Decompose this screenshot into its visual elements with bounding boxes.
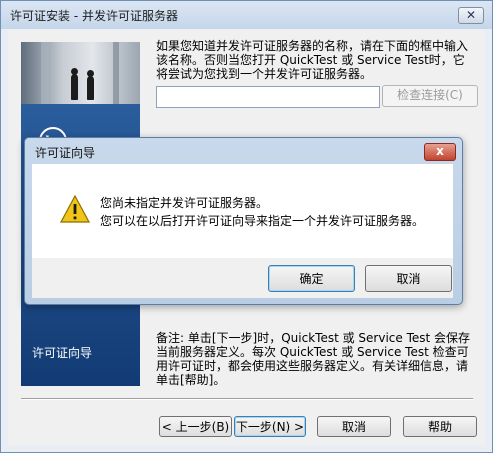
side-panel-label: 许可证向导 bbox=[32, 346, 93, 360]
cancel-button[interactable]: 取消 bbox=[317, 416, 391, 437]
dialog-title: 许可证向导 bbox=[35, 146, 96, 160]
intro-text: 如果您知道并发许可证服务器的名称，请在下面的框中输入该名称。否则当您打开 Qui… bbox=[156, 39, 469, 81]
license-wizard-dialog: 许可证向导 x 您尚未指定并发许可证服务器。 您可以在以后打开许可证向导来指定一… bbox=[24, 137, 463, 305]
help-button[interactable]: 帮助 bbox=[403, 416, 477, 437]
person-silhouette-icon bbox=[87, 70, 94, 100]
dialog-ok-button[interactable]: 确定 bbox=[268, 265, 355, 292]
person-silhouette-icon bbox=[71, 68, 78, 100]
dialog-message-area: 您尚未指定并发许可证服务器。 您可以在以后打开许可证向导来指定一个并发许可证服务… bbox=[32, 164, 453, 258]
window-close-icon[interactable]: ✕ bbox=[458, 7, 484, 24]
check-connection-button[interactable]: 检查连接(C) bbox=[382, 85, 478, 107]
dialog-button-bar: 确定 取消 bbox=[32, 258, 453, 298]
back-button[interactable]: < 上一步(B) bbox=[159, 416, 232, 437]
note-text: 备注: 单击[下一步]时，QuickTest 或 Service Test 会保… bbox=[156, 331, 471, 387]
footer-separator bbox=[21, 398, 473, 400]
dialog-message-line2: 您可以在以后打开许可证向导来指定一个并发许可证服务器。 bbox=[100, 214, 425, 228]
warning-icon bbox=[59, 194, 91, 223]
dialog-message-line1: 您尚未指定并发许可证服务器。 bbox=[100, 196, 269, 210]
dialog-cancel-button[interactable]: 取消 bbox=[365, 265, 452, 292]
server-name-input[interactable] bbox=[156, 86, 380, 108]
dialog-close-icon[interactable]: x bbox=[424, 143, 456, 161]
business-people-photo bbox=[21, 42, 140, 104]
window-title: 许可证安装 - 并发许可证服务器 bbox=[10, 9, 178, 23]
next-button[interactable]: 下一步(N) > bbox=[234, 416, 306, 437]
window-titlebar: 许可证安装 - 并发许可证服务器 ✕ bbox=[1, 1, 492, 29]
